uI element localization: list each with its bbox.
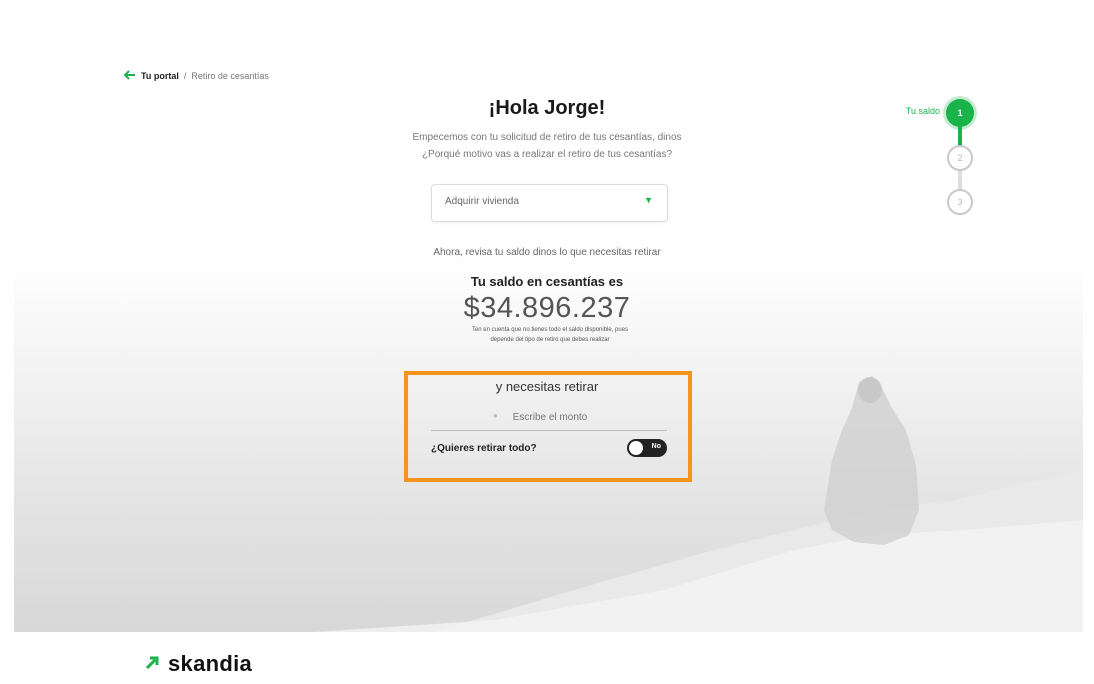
toggle-state-text: No	[651, 443, 661, 450]
step-2-indicator: 2	[947, 145, 973, 171]
intro-text: Empecemos con tu solicitud de retiro de …	[0, 129, 1094, 163]
chevron-down-icon: ▼	[644, 195, 653, 205]
amount-input[interactable]	[445, 406, 655, 428]
intro-line-2: ¿Porqué motivo vas a realizar el retiro …	[421, 149, 673, 160]
balance-amount: $34.896.237	[463, 292, 631, 324]
step-3-indicator: 3	[947, 189, 973, 215]
breadcrumb: Tu portal / Retiro de cesantías	[123, 70, 269, 82]
review-instruction: Ahora, revisa tu saldo dinos lo que nece…	[433, 247, 661, 258]
intro-line-1: Empecemos con tu solicitud de retiro de …	[412, 132, 682, 143]
stepper-connector	[958, 170, 962, 190]
toggle-knob	[629, 441, 643, 455]
select-value: Adquirir vivienda	[445, 196, 519, 207]
breadcrumb-separator: /	[183, 71, 187, 81]
withdraw-all-label: ¿Quieres retirar todo?	[431, 443, 537, 454]
brand-name: skandia	[168, 651, 253, 676]
skandia-logo-icon	[145, 655, 162, 674]
balance-label: Tu saldo en cesantías es	[470, 274, 624, 289]
breadcrumb-current: Retiro de cesantías	[191, 71, 269, 81]
balance-note: Ten en cuenta que no tienes todo el sald…	[471, 327, 629, 343]
skandia-logo: skandia	[145, 651, 253, 677]
breadcrumb-home-link[interactable]: Tu portal	[141, 71, 179, 81]
arrow-left-icon[interactable]	[123, 70, 136, 82]
input-underline	[431, 430, 667, 431]
stepper-connector	[958, 126, 962, 146]
withdraw-title: y necesitas retirar	[495, 379, 599, 394]
withdrawal-reason-select[interactable]: Adquirir vivienda ▼	[431, 184, 668, 222]
step-1-indicator: 1	[946, 99, 974, 127]
withdraw-all-toggle[interactable]: No	[627, 439, 667, 457]
stepper-active-label: Tu saldo	[905, 106, 940, 116]
